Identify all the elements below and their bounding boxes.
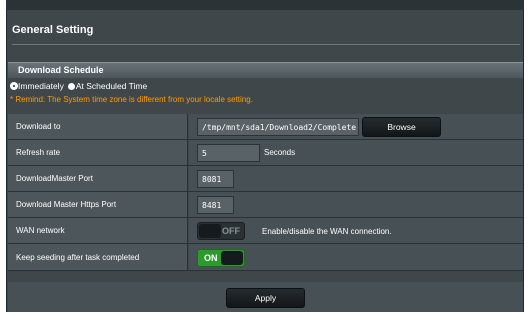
section-title: Download Schedule bbox=[18, 65, 104, 75]
title-divider bbox=[12, 44, 520, 45]
radio-checked-icon[interactable] bbox=[11, 83, 17, 89]
screenshot-frame: General Setting Download Schedule Immedi… bbox=[0, 0, 530, 312]
row-download-to: Download to /tmp/mnt/sda1/Download2/Comp… bbox=[8, 114, 523, 140]
row-https-port: Download Master Https Port 8481 bbox=[8, 192, 523, 218]
toggle-state: OFF bbox=[222, 226, 240, 236]
row-wan-network: WAN network OFF Enable/disable the WAN c… bbox=[8, 218, 523, 244]
row-dm-port: DownloadMaster Port 8081 bbox=[8, 166, 523, 192]
label-dm-port: DownloadMaster Port bbox=[8, 166, 188, 191]
value-cell: 5 Seconds bbox=[189, 140, 523, 165]
row-refresh-rate: Refresh rate 5 Seconds bbox=[8, 140, 523, 166]
row-keep-seeding: Keep seeding after task completed ON bbox=[8, 244, 523, 271]
wan-network-description: Enable/disable the WAN connection. bbox=[262, 227, 392, 236]
timezone-remind-text: * Remind: The System time zone is differ… bbox=[10, 95, 253, 104]
schedule-radio-group: Immediately At Scheduled Time bbox=[10, 80, 151, 92]
toggle-knob bbox=[221, 251, 243, 265]
label-download-to: Download to bbox=[8, 114, 188, 139]
value-cell: 8481 bbox=[189, 192, 523, 217]
keep-seeding-toggle[interactable]: ON bbox=[197, 249, 245, 267]
label-refresh-rate: Refresh rate bbox=[8, 140, 188, 165]
dm-port-input[interactable]: 8081 bbox=[197, 170, 234, 188]
settings-table: Download to /tmp/mnt/sda1/Download2/Comp… bbox=[8, 114, 523, 271]
label-wan-network: WAN network bbox=[8, 218, 188, 243]
refresh-rate-unit: Seconds bbox=[264, 148, 296, 157]
footer-bar: Apply bbox=[8, 282, 523, 312]
download-path-field[interactable]: /tmp/mnt/sda1/Download2/Complete bbox=[197, 118, 359, 136]
toggle-knob bbox=[199, 224, 221, 238]
browse-button[interactable]: Browse bbox=[362, 117, 441, 137]
radio-unchecked-icon[interactable] bbox=[67, 82, 75, 90]
value-cell: OFF Enable/disable the WAN connection. bbox=[189, 218, 523, 243]
page-title: General Setting bbox=[12, 24, 94, 36]
value-cell: 8081 bbox=[189, 166, 523, 191]
label-https-port: Download Master Https Port bbox=[8, 192, 188, 217]
toggle-state: ON bbox=[204, 253, 218, 263]
value-cell: /tmp/mnt/sda1/Download2/Complete Browse bbox=[189, 114, 523, 139]
refresh-rate-input[interactable]: 5 bbox=[197, 144, 260, 162]
wan-network-toggle[interactable]: OFF bbox=[197, 222, 245, 240]
value-cell: ON bbox=[189, 244, 523, 270]
top-strip bbox=[6, 0, 524, 10]
radio-label-immediately[interactable]: Immediately bbox=[18, 81, 64, 91]
https-port-input[interactable]: 8481 bbox=[197, 196, 234, 214]
download-schedule-header: Download Schedule bbox=[8, 62, 523, 78]
label-keep-seeding: Keep seeding after task completed bbox=[8, 244, 188, 270]
radio-label-scheduled[interactable]: At Scheduled Time bbox=[76, 81, 147, 91]
apply-button[interactable]: Apply bbox=[226, 288, 305, 308]
